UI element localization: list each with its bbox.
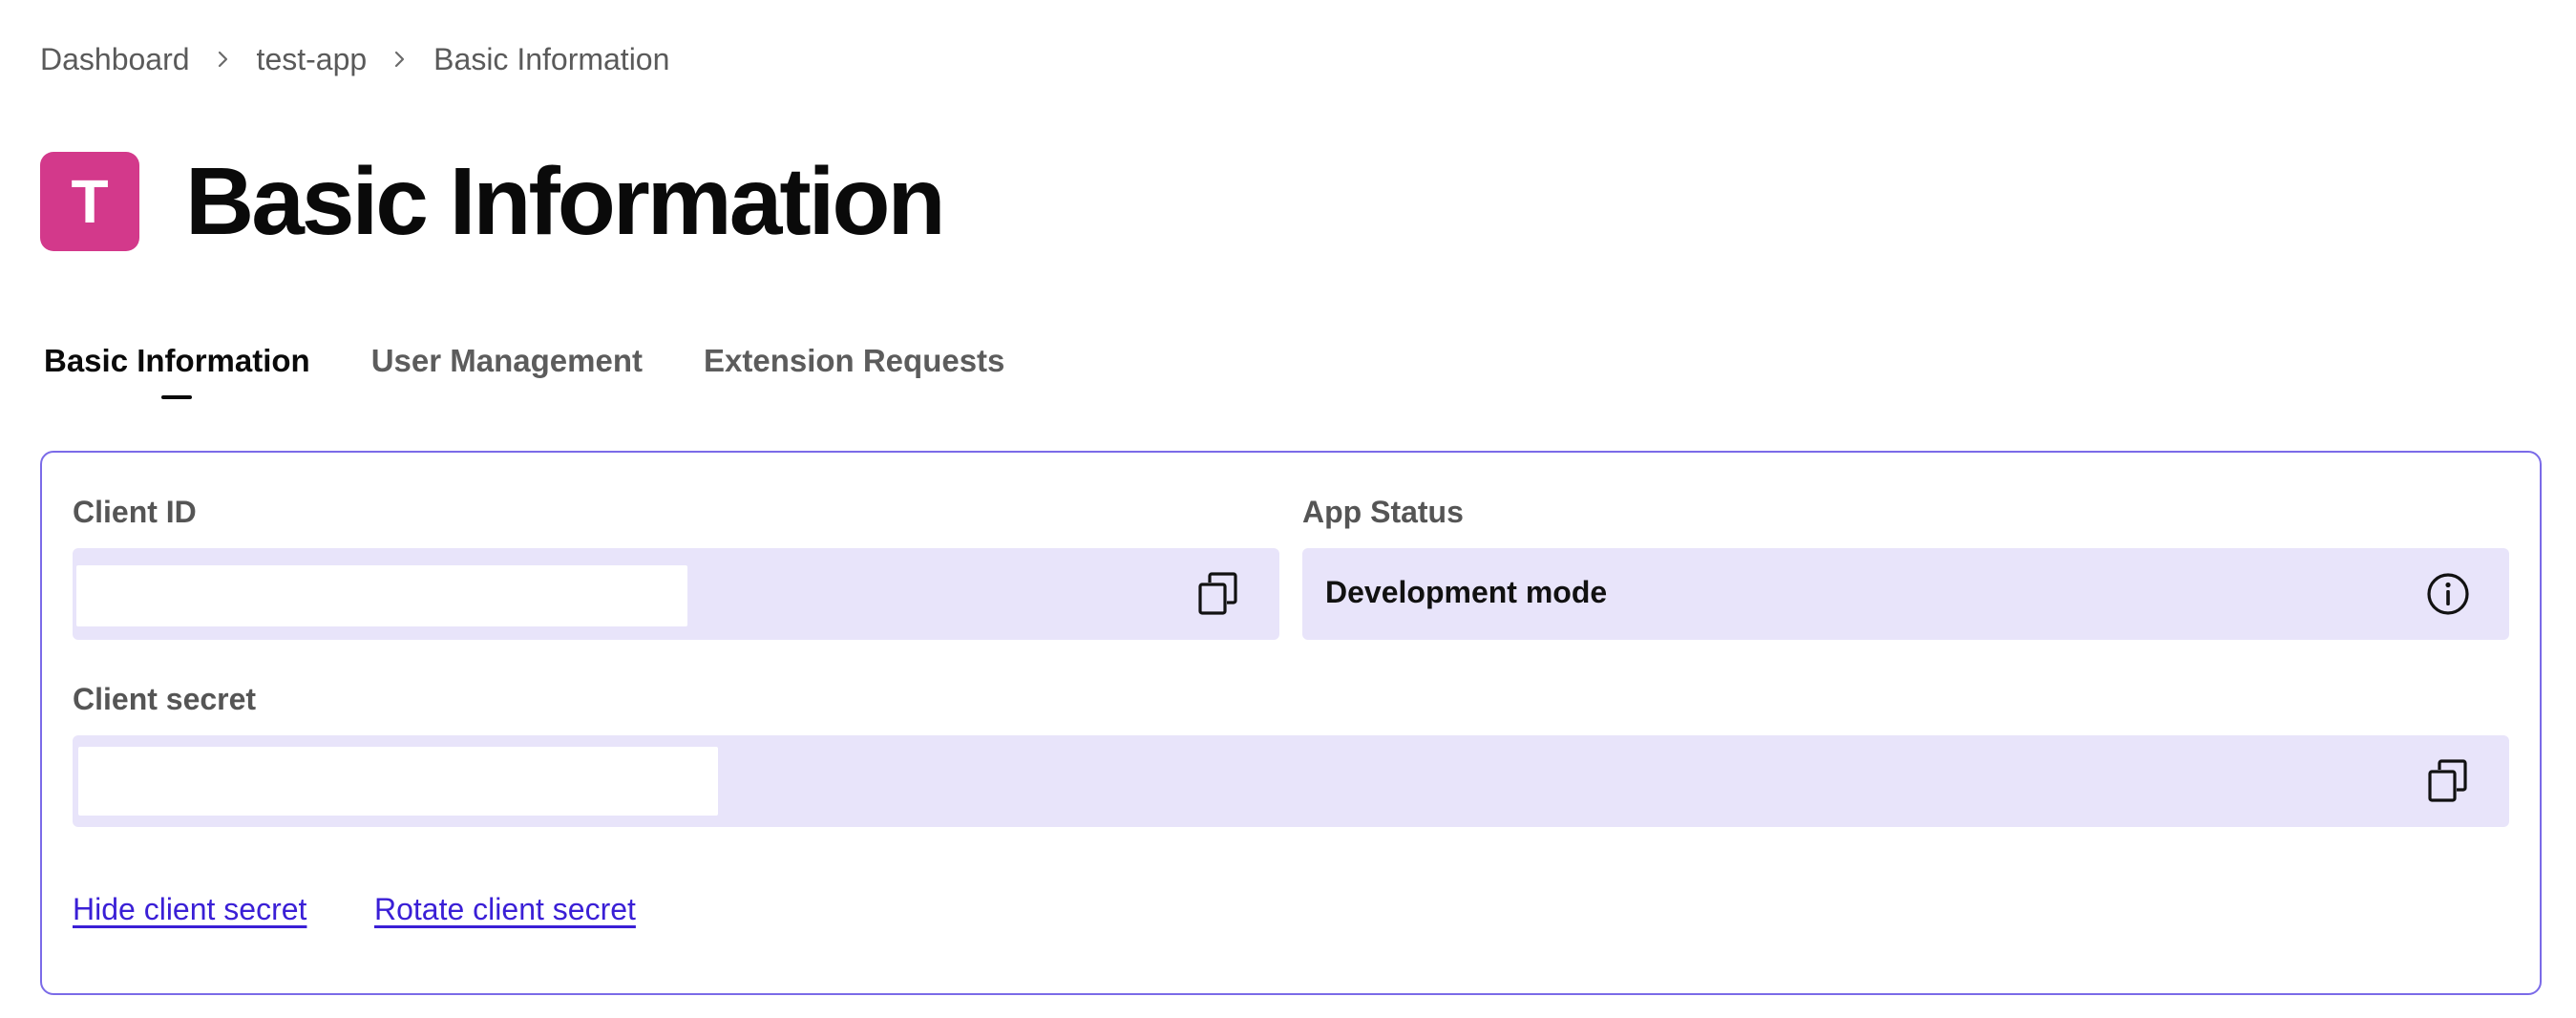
credentials-card: Client ID App Status Development mode Cl… <box>40 451 2542 995</box>
client-secret-value-redacted <box>78 747 718 816</box>
client-id-field[interactable] <box>73 548 1279 640</box>
client-secret-label: Client secret <box>73 682 257 716</box>
tab-label: Basic Information <box>44 343 310 378</box>
breadcrumb-current: Basic Information <box>433 41 670 76</box>
tab-user-management[interactable]: User Management <box>371 336 643 390</box>
app-status-value: Development mode <box>1325 575 1608 609</box>
chevron-right-icon <box>217 49 230 70</box>
app-avatar: T <box>40 152 139 251</box>
client-id-value-redacted <box>76 565 687 626</box>
breadcrumb-test-app[interactable]: test-app <box>257 42 368 77</box>
copy-icon[interactable] <box>2421 754 2475 808</box>
hide-client-secret-link[interactable]: Hide client secret <box>73 892 306 927</box>
page-title: Basic Information <box>185 148 946 255</box>
rotate-client-secret-link[interactable]: Rotate client secret <box>374 892 636 927</box>
copy-icon[interactable] <box>1192 567 1245 621</box>
tab-label: User Management <box>370 343 643 378</box>
app-status-field: Development mode <box>1302 548 2509 640</box>
tab-bar: Basic Information User Management Extens… <box>44 336 1066 405</box>
tab-basic-information[interactable]: Basic Information <box>44 336 310 399</box>
breadcrumb-dashboard[interactable]: Dashboard <box>40 42 190 77</box>
client-secret-field[interactable] <box>73 735 2509 827</box>
tab-label: Extension Requests <box>703 343 1005 378</box>
chevron-right-icon <box>393 49 407 70</box>
breadcrumb: Dashboard test-app Basic Information <box>40 38 669 80</box>
page-header: T Basic Information <box>40 148 946 255</box>
active-tab-indicator <box>161 395 193 399</box>
app-status-label: App Status <box>1302 495 1464 529</box>
tab-extension-requests[interactable]: Extension Requests <box>704 336 1004 390</box>
client-id-label: Client ID <box>73 495 197 529</box>
info-icon[interactable] <box>2421 567 2475 621</box>
